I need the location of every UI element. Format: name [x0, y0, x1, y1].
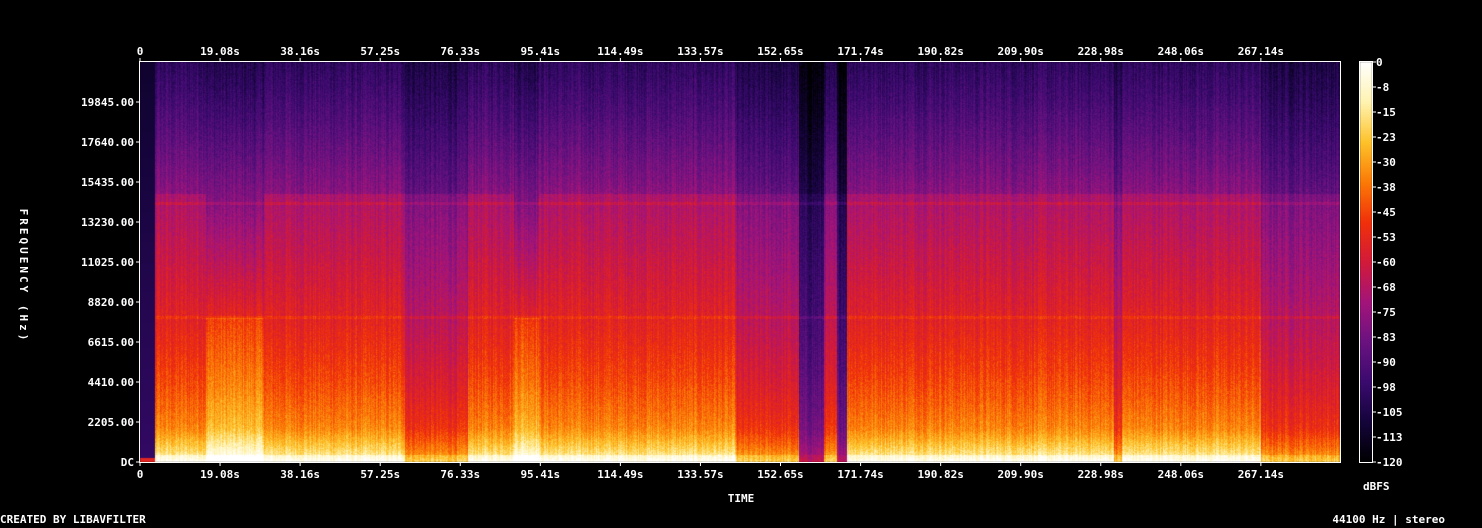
colorbar-tick-label: -8 [1376, 81, 1389, 94]
x-tick-label-bottom: 76.33s [440, 468, 480, 481]
x-tick-label-top: 248.06s [1158, 45, 1204, 58]
colorbar-frame [1359, 61, 1373, 463]
colorbar-tick-label: -83 [1376, 331, 1396, 344]
x-tick-label-top: 152.65s [757, 45, 803, 58]
footer-created-by: CREATED BY LIBAVFILTER [0, 513, 146, 526]
colorbar-tick-label: -90 [1376, 356, 1396, 369]
colorbar-title: dBFS [1363, 480, 1390, 493]
colorbar-tick-label: -53 [1376, 231, 1396, 244]
spectrogram-figure: 0 19.08s 38.16s 57.25s 76.33s 95.41s 114.49s 13… [0, 0, 1482, 528]
x-axis-title: TIME [728, 492, 755, 505]
y-tick-label: 13230.00 [81, 216, 134, 229]
x-tick-label-top: 0 [137, 45, 144, 58]
x-tick-label-bottom: 267.14s [1238, 468, 1284, 481]
x-tick-label-bottom: 57.25s [360, 468, 400, 481]
x-tick-label-bottom: 190.82s [917, 468, 963, 481]
x-tick-label-bottom: 19.08s [200, 468, 240, 481]
y-axis: DC 2205.00 4410.00 6615.00 8820.00 11025.00 13… [81, 96, 140, 469]
x-tick-label-bottom: 171.74s [837, 468, 883, 481]
x-tick-label-bottom: 133.57s [677, 468, 723, 481]
x-tick-label-top: 114.49s [597, 45, 643, 58]
colorbar-tick-label: -60 [1376, 256, 1396, 269]
x-tick-label-bottom: 152.65s [757, 468, 803, 481]
colorbar-tick-label: -75 [1376, 306, 1396, 319]
y-tick-label: DC [121, 456, 134, 469]
x-tick-label-bottom: 95.41s [520, 468, 560, 481]
y-tick-label: 6615.00 [88, 336, 134, 349]
x-tick-label-top: 228.98s [1078, 45, 1124, 58]
colorbar-tick-label: -15 [1376, 106, 1396, 119]
y-tick-label: 17640.00 [81, 136, 134, 149]
colorbar: 0 -8 -15 -23 -30 -38 -45 -53 -60 -68 -75 -83 -90 -98 -… [1359, 56, 1403, 469]
colorbar-tick-label: -105 [1376, 406, 1403, 419]
y-axis-title: FREQUENCY (Hz) [17, 209, 30, 344]
x-tick-label-bottom: 38.16s [280, 468, 320, 481]
x-axis-bottom: 0 19.08s 38.16s 57.25s 76.33s 95.41s 114.49s 13… [137, 462, 1284, 481]
x-tick-label-bottom: 248.06s [1158, 468, 1204, 481]
footer-sample-rate: 44100 Hz | stereo [1332, 513, 1445, 526]
x-tick-label-bottom: 0 [137, 468, 144, 481]
y-tick-label: 19845.00 [81, 96, 134, 109]
x-tick-label-top: 57.25s [360, 45, 400, 58]
colorbar-tick-label: -30 [1376, 156, 1396, 169]
y-tick-label: 15435.00 [81, 176, 134, 189]
colorbar-tick-label: -38 [1376, 181, 1396, 194]
colorbar-tick-label: -23 [1376, 131, 1396, 144]
y-tick-label: 2205.00 [88, 416, 134, 429]
x-axis-top: 0 19.08s 38.16s 57.25s 76.33s 95.41s 114.49s 13… [137, 45, 1284, 62]
plot-frame [139, 61, 1341, 463]
x-tick-label-top: 209.90s [998, 45, 1044, 58]
colorbar-tick-label: 0 [1376, 56, 1383, 69]
x-tick-label-bottom: 209.90s [998, 468, 1044, 481]
colorbar-tick-label: -68 [1376, 281, 1396, 294]
x-tick-label-top: 38.16s [280, 45, 320, 58]
x-tick-label-bottom: 114.49s [597, 468, 643, 481]
colorbar-tick-label: -98 [1376, 381, 1396, 394]
y-tick-label: 11025.00 [81, 256, 134, 269]
y-tick-label: 4410.00 [88, 376, 134, 389]
x-tick-label-bottom: 228.98s [1078, 468, 1124, 481]
x-tick-label-top: 19.08s [200, 45, 240, 58]
spectrogram-axes: 0 19.08s 38.16s 57.25s 76.33s 95.41s 114.49s 13… [17, 45, 1403, 505]
x-tick-label-top: 76.33s [440, 45, 480, 58]
y-tick-label: 8820.00 [88, 296, 134, 309]
x-tick-label-top: 171.74s [837, 45, 883, 58]
colorbar-tick-label: -45 [1376, 206, 1396, 219]
x-tick-label-top: 95.41s [520, 45, 560, 58]
colorbar-tick-label: -113 [1376, 431, 1403, 444]
x-tick-label-top: 190.82s [917, 45, 963, 58]
x-tick-label-top: 133.57s [677, 45, 723, 58]
colorbar-tick-label: -120 [1376, 456, 1403, 469]
x-tick-label-top: 267.14s [1238, 45, 1284, 58]
